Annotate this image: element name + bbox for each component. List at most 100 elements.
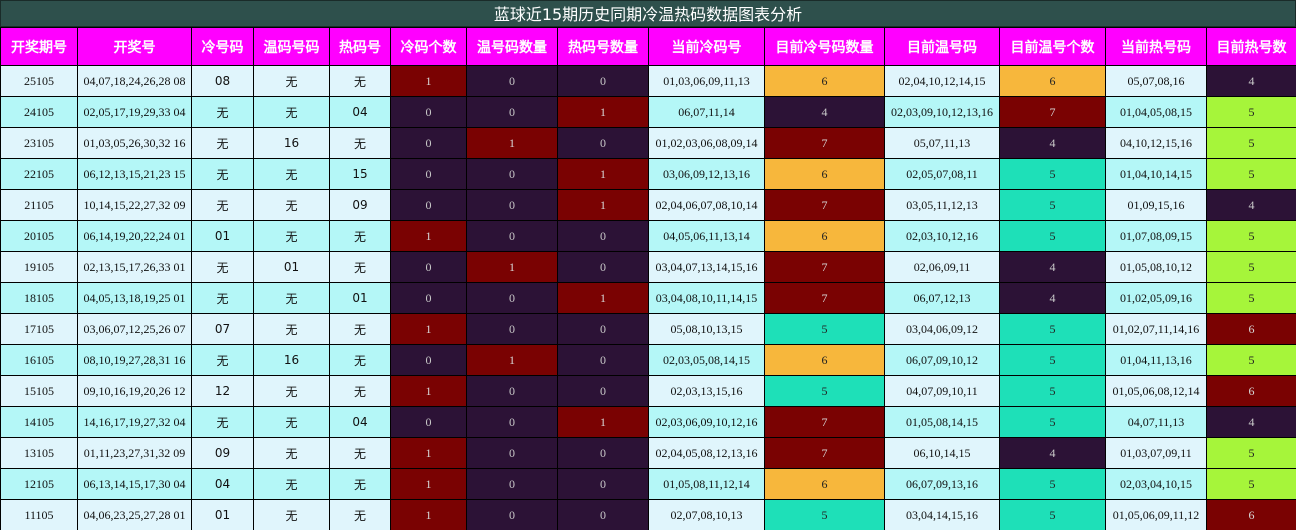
cell-warm: 无 (253, 375, 330, 407)
cell-cur-warm: 06,07,09,13,16 (884, 468, 1000, 500)
header-row: 开奖期号 开奖号 冷号码 温码号码 热码号 冷码个数 温号码数量 热码号数量 当… (0, 27, 1296, 66)
cell-cur-cold: 01,05,08,11,12,14 (648, 468, 765, 500)
cell-warm-count: 0 (466, 96, 558, 128)
cell-hot: 04 (329, 96, 391, 128)
cell-cold-count: 1 (390, 375, 467, 407)
cell-cold: 无 (191, 251, 254, 283)
cell-issue: 16105 (0, 344, 78, 376)
cell-warm: 01 (253, 251, 330, 283)
cell-cur-warm-count: 5 (999, 189, 1106, 221)
cell-cold-count: 0 (390, 344, 467, 376)
cell-numbers: 06,13,14,15,17,30 04 (77, 468, 192, 500)
cell-warm-count: 0 (466, 158, 558, 190)
cell-numbers: 04,06,23,25,27,28 01 (77, 499, 192, 530)
cell-cur-cold-count: 4 (764, 96, 885, 128)
table-row: 13105 01,11,23,27,31,32 09 09 无无 1 0 0 02,04,05… (0, 437, 1296, 469)
cell-cur-hot-count: 5 (1206, 220, 1296, 252)
cell-cold-count: 1 (390, 220, 467, 252)
cell-cur-cold: 03,04,07,13,14,15,16 (648, 251, 765, 283)
cell-cur-hot: 01,05,06,08,12,14 (1105, 375, 1207, 407)
cell-cur-warm-count: 5 (999, 406, 1106, 438)
cell-cur-hot-count: 5 (1206, 344, 1296, 376)
cell-cur-cold: 02,04,06,07,08,10,14 (648, 189, 765, 221)
table-row: 12105 06,13,14,15,17,30 04 04 无无 1 0 0 01,05,08… (0, 468, 1296, 500)
cell-cur-cold-count: 6 (764, 158, 885, 190)
cell-cur-warm: 02,03,09,10,12,13,16 (884, 96, 1000, 128)
col-header-hot-count: 热码号数量 (557, 27, 649, 66)
cell-cur-warm: 02,05,07,08,11 (884, 158, 1000, 190)
cell-cold-count: 1 (390, 437, 467, 469)
table-row: 16105 08,10,19,27,28,31 16 无 16 无 0 1 0 02,03,05… (0, 344, 1296, 376)
cell-hot-count: 1 (557, 189, 649, 221)
cell-cur-hot: 05,07,08,16 (1105, 65, 1207, 97)
chart-panel: 蓝球近15期历史同期冷温热码数据图表分析 开奖期号 开奖号 冷号码 温码号码 热… (0, 0, 1296, 530)
cell-cur-hot: 04,07,11,13 (1105, 406, 1207, 438)
cell-cold-count: 0 (390, 251, 467, 283)
cell-cur-warm-count: 5 (999, 313, 1106, 345)
cell-hot: 09 (329, 189, 391, 221)
cell-issue: 12105 (0, 468, 78, 500)
cell-issue: 24105 (0, 96, 78, 128)
cell-warm: 无 (253, 65, 330, 97)
cell-warm-count: 0 (466, 437, 558, 469)
cell-hot-count: 0 (557, 375, 649, 407)
cell-hot-count: 1 (557, 406, 649, 438)
cell-cur-hot-count: 5 (1206, 251, 1296, 283)
cell-hot-count: 0 (557, 251, 649, 283)
cell-cur-warm-count: 4 (999, 127, 1106, 159)
cell-hot-count: 0 (557, 344, 649, 376)
table-row: 22105 06,12,13,15,21,23 15 无无 15 0 0 1 03,06,09… (0, 158, 1296, 190)
cell-hot-count: 0 (557, 220, 649, 252)
cell-hot-count: 0 (557, 468, 649, 500)
cell-cold-count: 1 (390, 499, 467, 530)
cell-numbers: 02,13,15,17,26,33 01 (77, 251, 192, 283)
cell-cur-warm: 06,07,09,10,12 (884, 344, 1000, 376)
cell-cur-hot: 02,03,04,10,15 (1105, 468, 1207, 500)
cell-cur-hot-count: 6 (1206, 313, 1296, 345)
cell-cur-warm-count: 4 (999, 282, 1106, 314)
cell-warm-count: 0 (466, 220, 558, 252)
cell-cold: 无 (191, 406, 254, 438)
cell-cold: 无 (191, 127, 254, 159)
table-row: 23105 01,03,05,26,30,32 16 无 16 无 0 1 0 01,02,03… (0, 127, 1296, 159)
cell-cur-hot: 01,05,06,09,11,12 (1105, 499, 1207, 530)
cell-hot-count: 0 (557, 313, 649, 345)
cell-cur-warm: 01,05,08,14,15 (884, 406, 1000, 438)
cell-cur-cold-count: 7 (764, 127, 885, 159)
cell-warm: 16 (253, 344, 330, 376)
cell-cur-warm-count: 7 (999, 96, 1106, 128)
col-header-issue: 开奖期号 (0, 27, 78, 66)
cell-cold: 无 (191, 96, 254, 128)
cell-cur-cold-count: 6 (764, 344, 885, 376)
cell-cold-count: 0 (390, 96, 467, 128)
cell-cur-hot: 01,03,07,09,11 (1105, 437, 1207, 469)
cell-cur-cold: 04,05,06,11,13,14 (648, 220, 765, 252)
cell-warm: 无 (253, 282, 330, 314)
cell-cold: 04 (191, 468, 254, 500)
table-row: 20105 06,14,19,20,22,24 01 01 无无 1 0 0 04,05,06… (0, 220, 1296, 252)
cell-hot-count: 0 (557, 65, 649, 97)
cell-cur-hot-count: 5 (1206, 282, 1296, 314)
cell-issue: 18105 (0, 282, 78, 314)
cell-cur-warm-count: 6 (999, 65, 1106, 97)
cell-cur-hot: 01,04,10,14,15 (1105, 158, 1207, 190)
cell-cur-cold-count: 6 (764, 220, 885, 252)
table-row: 19105 02,13,15,17,26,33 01 无 01 无 0 1 0 03,04,07… (0, 251, 1296, 283)
cell-cur-hot-count: 4 (1206, 189, 1296, 221)
cell-hot: 无 (329, 344, 391, 376)
cell-cur-warm: 03,04,06,09,12 (884, 313, 1000, 345)
cell-cold-count: 1 (390, 313, 467, 345)
cell-issue: 15105 (0, 375, 78, 407)
cell-cold: 07 (191, 313, 254, 345)
cell-cur-hot-count: 6 (1206, 499, 1296, 530)
cell-warm: 无 (253, 437, 330, 469)
cell-warm-count: 0 (466, 468, 558, 500)
cell-cold: 08 (191, 65, 254, 97)
cell-cur-cold-count: 6 (764, 468, 885, 500)
col-header-cold-count: 冷码个数 (390, 27, 467, 66)
cell-hot: 无 (329, 375, 391, 407)
cell-issue: 25105 (0, 65, 78, 97)
cell-cur-hot: 01,04,11,13,16 (1105, 344, 1207, 376)
cell-cur-cold: 01,02,03,06,08,09,14 (648, 127, 765, 159)
cell-cur-hot: 01,07,08,09,15 (1105, 220, 1207, 252)
